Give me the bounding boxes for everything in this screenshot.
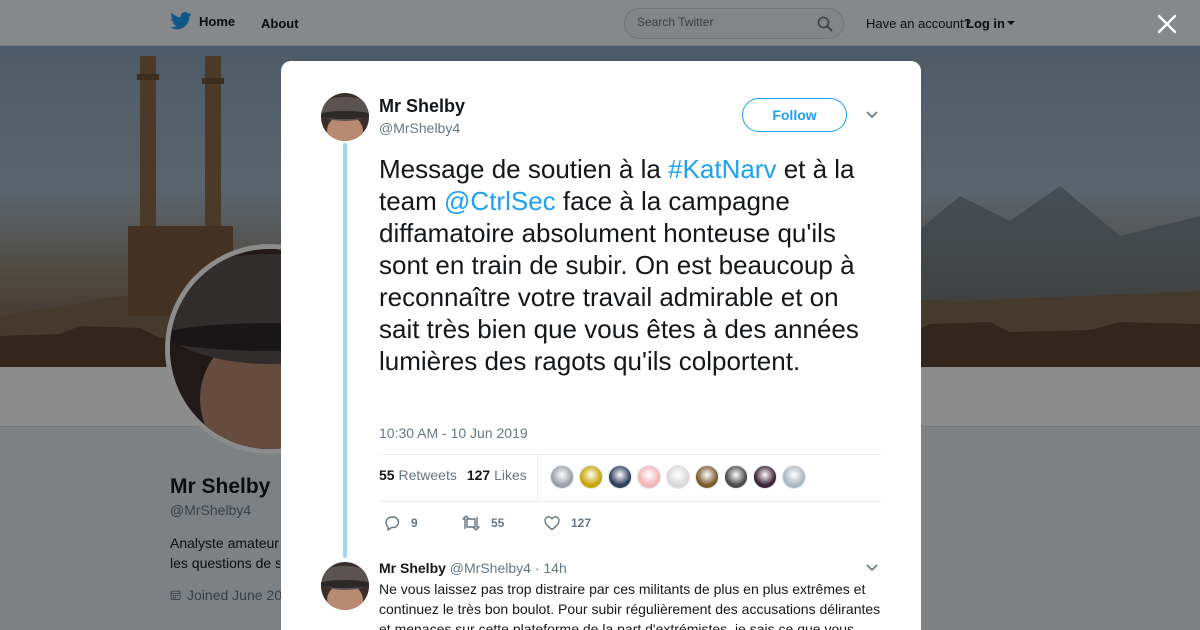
hashtag-link[interactable]: #KatNarv [668,154,776,184]
likes-stat[interactable]: 127 Likes [467,467,527,483]
like-button[interactable]: 127 [543,514,591,532]
chevron-down-icon[interactable] [865,561,879,575]
liker-avatar[interactable] [637,465,661,489]
tweet-stats: 55 Retweets 127 Likes [379,467,527,483]
author-name[interactable]: Mr Shelby [379,96,465,117]
like-count: 127 [571,516,592,530]
follow-button[interactable]: Follow [742,98,847,132]
retweets-stat[interactable]: 55 Retweets [379,467,457,483]
author-handle[interactable]: @MrShelby4 [379,120,460,136]
close-icon[interactable] [1155,12,1179,36]
reply-time[interactable]: 14h [543,560,566,576]
retweet-icon [462,515,480,531]
likers-list [550,465,806,489]
reply-icon [385,516,400,531]
tweet-timestamp[interactable]: 10:30 AM - 10 Jun 2019 [379,425,528,441]
chevron-down-icon[interactable] [865,108,879,122]
tweet-text: Message de soutien à la #KatNarv et à la… [379,153,879,377]
divider [537,455,538,501]
reply-count: 9 [411,516,418,530]
reply-text: Ne vous laissez pas trop distraire par c… [379,581,881,630]
liker-avatar[interactable] [724,465,748,489]
tweet-modal: Mr Shelby @MrShelby4 Follow Message de s… [281,61,921,630]
reply-separator: · [534,560,540,576]
heart-icon [544,516,560,531]
reply-author-name[interactable]: Mr Shelby [379,560,446,576]
avatar-image [321,93,369,141]
liker-avatar[interactable] [608,465,632,489]
reply-author-handle[interactable]: @MrShelby4 [450,560,531,576]
tweet-actions: 9 55 127 [383,514,591,532]
retweet-button[interactable]: 55 [461,514,543,532]
liker-avatar[interactable] [666,465,690,489]
reply-author-avatar[interactable] [321,562,369,610]
tweet-text-part: Message de soutien à la [379,154,669,184]
author-avatar[interactable] [321,93,369,141]
liker-avatar[interactable] [782,465,806,489]
reply-header: Mr Shelby @MrShelby4 · 14h [379,560,567,576]
reply-button[interactable]: 9 [383,514,461,532]
avatar-image [321,562,369,610]
divider [379,454,881,455]
mention-link[interactable]: @CtrlSec [444,186,556,216]
divider [379,501,881,502]
liker-avatar[interactable] [695,465,719,489]
liker-avatar[interactable] [579,465,603,489]
retweet-count: 55 [491,516,505,530]
thread-line [343,143,347,558]
liker-avatar[interactable] [550,465,574,489]
liker-avatar[interactable] [753,465,777,489]
